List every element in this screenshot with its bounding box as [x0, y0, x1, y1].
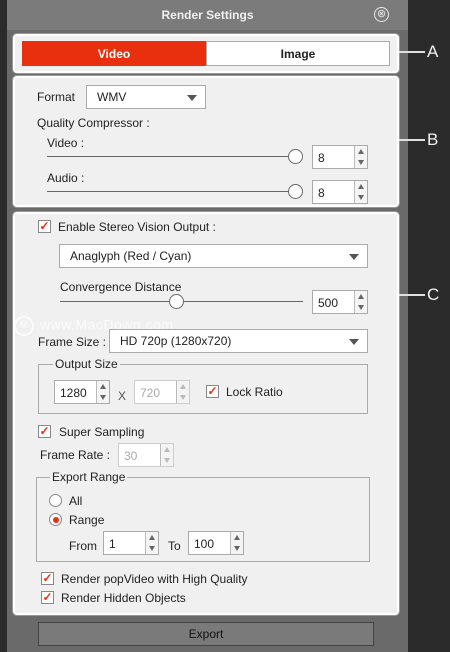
callout-line-c: [399, 294, 425, 296]
spinner-buttons: [160, 444, 173, 466]
arrow-up-icon[interactable]: [180, 384, 186, 389]
lock-ratio-label: Lock Ratio: [226, 385, 283, 399]
from-value: 1: [109, 537, 116, 551]
spinner-buttons: [176, 381, 189, 403]
stereo-checkbox[interactable]: ✓: [38, 220, 51, 233]
height-value: 720: [140, 386, 161, 400]
arrow-down-icon[interactable]: [358, 305, 364, 310]
format-value: WMV: [97, 90, 127, 104]
audio-quality-value: 8: [318, 186, 325, 200]
arrow-up-icon[interactable]: [358, 184, 364, 189]
lock-ratio-checkbox[interactable]: ✓: [206, 385, 219, 398]
output-size-label: Output Size: [53, 357, 120, 371]
arrow-up-icon[interactable]: [100, 384, 106, 389]
range-custom-radio[interactable]: [49, 513, 62, 526]
chevron-down-icon: [349, 339, 359, 345]
arrow-up-icon[interactable]: [358, 149, 364, 154]
dialog-title: Render Settings: [7, 0, 408, 30]
convergence-value: 500: [318, 296, 339, 310]
callout-line-b: [399, 139, 425, 141]
watermark-logo: M: [14, 316, 34, 336]
frame-rate-label: Frame Rate :: [40, 448, 111, 462]
arrow-down-icon[interactable]: [180, 395, 186, 400]
video-quality-spinner[interactable]: 8: [312, 145, 368, 169]
chevron-down-icon: [187, 95, 197, 101]
arrow-down-icon[interactable]: [358, 160, 364, 165]
frame-rate-spinner[interactable]: 30: [118, 443, 174, 467]
video-quality-thumb[interactable]: [288, 149, 303, 164]
frame-size-label: Frame Size :: [38, 335, 107, 349]
width-value: 1280: [60, 386, 87, 400]
frame-rate-value: 30: [124, 449, 138, 463]
arrow-down-icon[interactable]: [100, 395, 106, 400]
to-value: 100: [194, 537, 215, 551]
video-quality-label: Video :: [47, 136, 85, 150]
stereo-label: Enable Stereo Vision Output :: [58, 220, 216, 234]
callout-label-a: A: [427, 42, 439, 61]
spinner-buttons: [354, 181, 367, 203]
arrow-up-icon[interactable]: [358, 294, 364, 299]
arrow-up-icon[interactable]: [149, 535, 155, 540]
close-icon[interactable]: ⊗: [374, 7, 389, 22]
range-all-label: All: [69, 494, 83, 508]
super-sampling-label: Super Sampling: [59, 425, 145, 439]
convergence-spinner[interactable]: 500: [312, 290, 368, 314]
size-separator: X: [118, 389, 127, 403]
spinner-buttons: [354, 146, 367, 168]
to-spinner[interactable]: 100: [188, 531, 244, 555]
width-spinner[interactable]: 1280: [54, 380, 110, 404]
video-quality-value: 8: [318, 151, 325, 165]
convergence-label: Convergence Distance: [60, 280, 182, 294]
callout-label-b: B: [427, 130, 439, 149]
arrow-up-icon[interactable]: [234, 535, 240, 540]
spinner-buttons: [145, 532, 158, 554]
range-all-radio[interactable]: [49, 494, 62, 507]
arrow-down-icon[interactable]: [149, 546, 155, 551]
popvideo-label: Render popVideo with High Quality: [61, 572, 248, 586]
audio-quality-thumb[interactable]: [288, 184, 303, 199]
from-spinner[interactable]: 1: [103, 531, 159, 555]
stereo-mode-value: Anaglyph (Red / Cyan): [70, 249, 192, 263]
video-quality-track[interactable]: [47, 156, 295, 157]
spinner-buttons: [354, 291, 367, 313]
tab-image[interactable]: Image: [206, 41, 390, 66]
export-button[interactable]: Export: [38, 622, 374, 646]
arrow-down-icon[interactable]: [358, 195, 364, 200]
spinner-buttons: [96, 381, 109, 403]
audio-quality-track[interactable]: [47, 191, 295, 192]
height-spinner[interactable]: 720: [134, 380, 190, 404]
audio-quality-label: Audio :: [47, 171, 85, 185]
stereo-mode-select[interactable]: Anaglyph (Red / Cyan): [59, 244, 368, 268]
format-label: Format: [37, 90, 76, 104]
tab-video[interactable]: Video: [22, 41, 206, 66]
range-custom-label: Range: [69, 513, 105, 527]
export-range-label: Export Range: [50, 470, 128, 484]
arrow-down-icon[interactable]: [234, 546, 240, 551]
frame-size-select[interactable]: HD 720p (1280x720): [109, 329, 368, 353]
arrow-up-icon[interactable]: [164, 447, 170, 452]
chevron-down-icon: [349, 254, 359, 260]
popvideo-checkbox[interactable]: ✓: [41, 572, 54, 585]
callout-label-c: C: [427, 285, 440, 304]
hidden-objects-label: Render Hidden Objects: [61, 591, 186, 605]
spinner-buttons: [230, 532, 243, 554]
frame-size-value: HD 720p (1280x720): [120, 334, 232, 348]
hidden-objects-checkbox[interactable]: ✓: [41, 591, 54, 604]
to-label: To: [168, 539, 181, 553]
from-label: From: [69, 539, 97, 553]
super-sampling-checkbox[interactable]: ✓: [38, 425, 51, 438]
callout-line-a: [399, 51, 425, 53]
audio-quality-spinner[interactable]: 8: [312, 180, 368, 204]
format-select[interactable]: WMV: [86, 85, 206, 109]
convergence-thumb[interactable]: [169, 294, 184, 309]
quality-compressor-label: Quality Compressor :: [37, 116, 150, 130]
arrow-down-icon[interactable]: [164, 458, 170, 463]
